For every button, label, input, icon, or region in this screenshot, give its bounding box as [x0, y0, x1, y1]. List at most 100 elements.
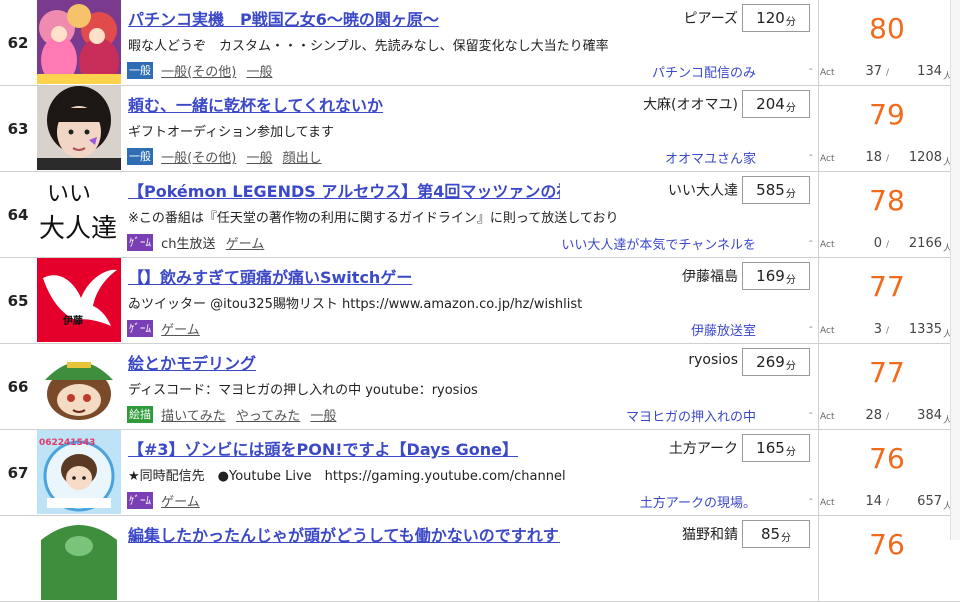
stream-thumbnail[interactable]: [37, 516, 121, 600]
column-divider: [818, 86, 819, 172]
ranking-row-64: 64 いい 大人達 【Pokémon LEGENDS アルセウス】第4回マッツァ…: [0, 172, 960, 258]
act-label: Act: [820, 326, 835, 336]
stream-description: ※この番組は『任天堂の著作物の利用に関するガイドライン』に則って放送しており: [128, 211, 619, 226]
count-slash: /: [886, 498, 890, 508]
ranking-list: 62 パチンコ実機 P戦国乙女6～暁の関ヶ原～ ピアーズ 120 分 暇な人どうぞ…: [0, 0, 960, 602]
tag-link[interactable]: 一般: [246, 65, 272, 80]
elapsed-minutes-box: 585 分: [742, 176, 810, 204]
active-count: 37: [865, 64, 882, 79]
visitor-count: 134: [917, 64, 942, 79]
active-count: 3: [873, 322, 882, 337]
broadcaster-name[interactable]: 猫野和錆: [560, 524, 738, 544]
channel-link[interactable]: オオマユさん家: [470, 148, 756, 167]
category-badge[interactable]: 一般: [127, 148, 153, 165]
category-badge[interactable]: 一般: [127, 62, 153, 79]
broadcaster-name[interactable]: いい大人達: [560, 180, 738, 200]
tag-link[interactable]: 描いてみた: [161, 409, 226, 424]
column-divider: [818, 344, 819, 430]
elapsed-minutes-box: 269 分: [742, 348, 810, 376]
elapsed-minutes: 120: [756, 9, 785, 27]
tag-list: 一般 一般(その他) 一般 顔出し: [127, 147, 328, 166]
channel-link[interactable]: パチンコ配信のみ: [470, 62, 756, 81]
tag-link[interactable]: 顔出し: [283, 151, 322, 166]
channel-link[interactable]: マヨヒガの押入れの中: [470, 406, 756, 425]
broadcaster-name[interactable]: ryosios: [560, 352, 738, 368]
stream-thumbnail[interactable]: [37, 344, 121, 428]
separator-dash: -: [809, 494, 813, 505]
separator-dash: -: [809, 150, 813, 161]
visitor-count: 384: [917, 408, 942, 423]
calligraphy-thumbnail-line2: 大人達: [39, 214, 118, 244]
tag-list: ｹﾞｰﾑ ch生放送 ゲーム: [127, 233, 270, 252]
tag-list: ｹﾞｰﾑ ゲーム: [127, 319, 206, 338]
minutes-unit: 分: [785, 102, 796, 114]
column-divider: [818, 516, 819, 602]
dove-logo-thumbnail-image: [37, 258, 121, 342]
broadcaster-name[interactable]: 伊藤福島: [560, 266, 738, 286]
ranking-score: 76: [869, 528, 905, 561]
tag-link[interactable]: 一般(その他): [161, 65, 236, 80]
minutes-unit: 分: [785, 360, 796, 372]
act-label: Act: [820, 154, 835, 164]
channel-link[interactable]: 土方アークの現場。: [470, 492, 756, 511]
tag-link[interactable]: 一般: [310, 409, 336, 424]
elapsed-minutes: 169: [756, 267, 785, 285]
yukkuri-character-thumbnail-image: [37, 344, 121, 428]
face-photo-thumbnail-image: [37, 86, 121, 170]
act-label: Act: [820, 412, 835, 422]
anime-girls-thumbnail-image: [37, 0, 121, 84]
scrollbar[interactable]: [950, 0, 960, 540]
stream-description: ゐツイッター @itou325賜物リスト https://www.amazon.…: [128, 297, 583, 312]
stream-thumbnail[interactable]: [37, 86, 121, 170]
column-divider: [818, 430, 819, 516]
stream-thumbnail[interactable]: いい 大人達: [37, 172, 121, 256]
ranking-row-67: 67 062241543 【#3】ゾンビには頭をPON!ですよ【Days Gon…: [0, 430, 960, 516]
active-count: 14: [865, 494, 882, 509]
rank-number: 62: [7, 34, 29, 52]
tag-link[interactable]: 一般(その他): [161, 151, 236, 166]
category-badge[interactable]: ｹﾞｰﾑ: [127, 234, 153, 251]
broadcaster-name[interactable]: 大麻(オオマユ): [560, 94, 738, 114]
count-slash: /: [886, 154, 890, 164]
stream-thumbnail[interactable]: 伊藤: [37, 258, 121, 342]
stream-description: ギフトオーディション参加してます: [128, 125, 335, 140]
category-badge[interactable]: ｹﾞｰﾑ: [127, 492, 153, 509]
broadcaster-name[interactable]: 土方アーク: [560, 438, 738, 458]
visitor-count: 2166: [908, 236, 942, 251]
elapsed-minutes-box: 165 分: [742, 434, 810, 462]
column-divider: [818, 258, 819, 344]
elapsed-minutes-box: 120 分: [742, 4, 810, 32]
channel-link[interactable]: 伊藤放送室: [470, 320, 756, 339]
broadcaster-name[interactable]: ピアーズ: [560, 8, 738, 28]
separator-dash: -: [809, 64, 813, 75]
tag-list: ｹﾞｰﾑ ゲーム: [127, 491, 206, 510]
count-slash: /: [886, 240, 890, 250]
stream-thumbnail[interactable]: 062241543: [37, 430, 121, 514]
minutes-unit: 分: [785, 446, 796, 458]
rank-number: 66: [7, 378, 29, 396]
separator-dash: -: [809, 408, 813, 419]
stream-thumbnail[interactable]: [37, 0, 121, 84]
tag-link[interactable]: ゲーム: [226, 237, 265, 252]
ranking-score: 77: [869, 270, 905, 303]
tag-list: 一般 一般(その他) 一般: [127, 61, 278, 80]
act-label: Act: [820, 498, 835, 508]
active-count: 0: [873, 236, 882, 251]
tag-link[interactable]: ゲーム: [161, 323, 200, 338]
thumbnail-logo-text: 伊藤: [63, 316, 83, 327]
ranking-score: 79: [869, 98, 905, 131]
rank-number: 64: [7, 206, 29, 224]
tag-link[interactable]: ゲーム: [161, 495, 200, 510]
separator-dash: -: [809, 236, 813, 247]
calligraphy-thumbnail-line1: いい: [47, 182, 92, 207]
category-badge[interactable]: 絵描: [127, 406, 153, 423]
channel-link[interactable]: いい大人達が本気でチャンネルを: [470, 234, 756, 253]
ranking-row-partial: 編集したかったんじゃが頭がどうしても働かないのですれすば 猫野和錆 85 分 76: [0, 516, 960, 602]
tag-link[interactable]: やってみた: [236, 409, 300, 424]
ranking-score: 76: [869, 442, 905, 475]
act-label: Act: [820, 240, 835, 250]
elapsed-minutes: 204: [756, 95, 785, 113]
category-badge[interactable]: ｹﾞｰﾑ: [127, 320, 153, 337]
stream-description: ディスコード：マヨヒガの押し入れの中 youtube：ryosios: [128, 383, 478, 398]
tag-link[interactable]: 一般: [246, 151, 272, 166]
